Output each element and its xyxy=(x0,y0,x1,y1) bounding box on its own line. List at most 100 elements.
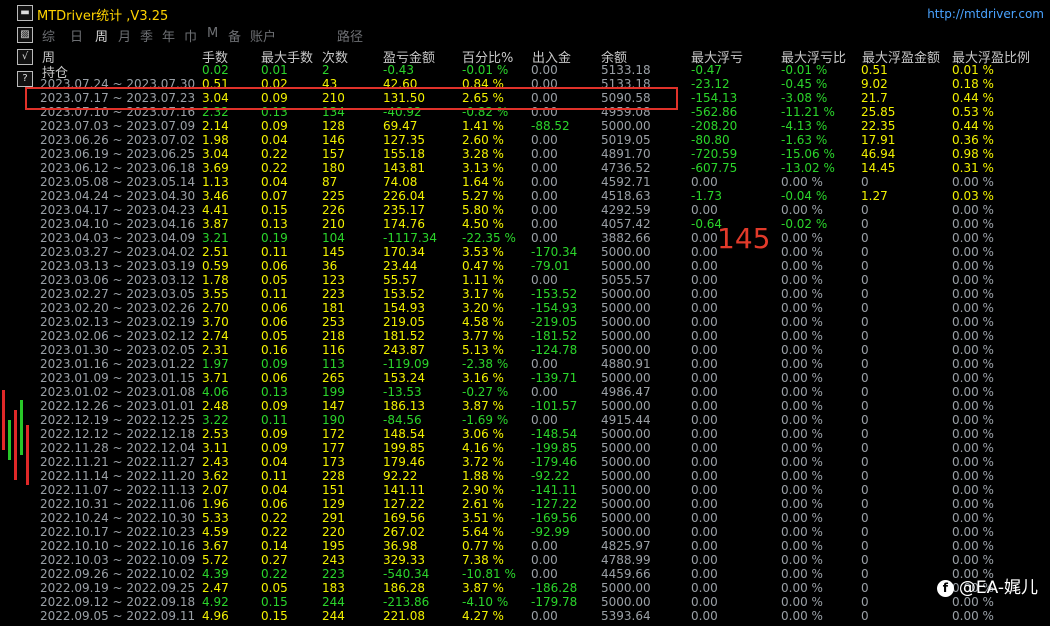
table-row[interactable]: 2022.10.31 ~ 2022.11.06 1.96 0.06 129 127.22… xyxy=(40,497,1000,511)
tab-magic[interactable]: M xyxy=(207,26,218,41)
cell-max-float-loss-pct: -0.04 % xyxy=(781,189,828,203)
table-row[interactable]: 2023.02.06 ~ 2023.02.12 2.74 0.05 218 181.52… xyxy=(40,329,1000,343)
table-row[interactable]: 2022.10.17 ~ 2022.10.23 4.59 0.22 220 267.02… xyxy=(40,525,1000,539)
cell-max-float-profit-pct: 0.00 % xyxy=(952,287,994,301)
grid-icon[interactable]: ▨ xyxy=(17,27,33,43)
cell-max-float-loss: 0.00 xyxy=(691,371,718,385)
cell-max-float-profit: 0 xyxy=(861,259,869,273)
cell-lots: 3.87 xyxy=(202,217,229,231)
tab-day[interactable]: 日 xyxy=(70,26,83,45)
minimize-icon[interactable]: ▬ xyxy=(17,5,33,21)
cell-balance: 4825.97 xyxy=(601,539,651,553)
table-row[interactable]: 2023.01.30 ~ 2023.02.05 2.31 0.16 116 243.87… xyxy=(40,343,1000,357)
cell-deposit: 0.00 xyxy=(531,147,558,161)
tab-week[interactable]: 周 xyxy=(95,26,108,45)
cell-deposit: 0.00 xyxy=(531,189,558,203)
cell-percent: -1.69 % xyxy=(462,413,509,427)
cell-max-float-profit: 0 xyxy=(861,525,869,539)
tab-quarter[interactable]: 季 xyxy=(140,26,153,45)
table-row[interactable]: 2023.06.19 ~ 2023.06.25 3.04 0.22 157 155.18… xyxy=(40,147,1000,161)
tab-account[interactable]: 账户 xyxy=(250,26,276,45)
cell-deposit: -153.52 xyxy=(531,287,578,301)
cell-max-lots: 0.19 xyxy=(261,231,288,245)
table-row[interactable]: 2023.01.09 ~ 2023.01.15 3.71 0.06 265 153.24… xyxy=(40,371,1000,385)
table-row[interactable]: 2022.09.26 ~ 2022.10.02 4.39 0.22 223 -540.3… xyxy=(40,567,1000,581)
cell-max-float-loss-pct: 0.00 % xyxy=(781,315,823,329)
help-icon[interactable]: ? xyxy=(17,71,33,87)
cell-max-lots: 0.11 xyxy=(261,245,288,259)
cell-count: 291 xyxy=(322,511,345,525)
cell-max-float-loss-pct: 0.00 % xyxy=(781,497,823,511)
table-row[interactable]: 2023.03.27 ~ 2023.04.02 2.51 0.11 145 170.34… xyxy=(40,245,1000,259)
cell-max-float-loss: 0.00 xyxy=(691,399,718,413)
cell-max-float-profit: 0 xyxy=(861,217,869,231)
table-row[interactable]: 2023.01.16 ~ 2023.01.22 1.97 0.09 113 -119.0… xyxy=(40,357,1000,371)
tab-month[interactable]: 月 xyxy=(118,26,131,45)
table-row[interactable]: 2022.12.26 ~ 2023.01.01 2.48 0.09 147 186.13… xyxy=(40,399,1000,413)
cell-lots: 0.59 xyxy=(202,259,229,273)
cell-deposit: -154.93 xyxy=(531,301,578,315)
table-row[interactable]: 2023.01.02 ~ 2023.01.08 4.06 0.13 199 -13.53… xyxy=(40,385,1000,399)
table-row[interactable]: 0.02 0.01 2 -0.43 -0.01 % 0.00 5133.18 -0.47 -0.… xyxy=(40,63,1000,77)
table-row[interactable]: 2023.06.12 ~ 2023.06.18 3.69 0.22 180 143.81… xyxy=(40,161,1000,175)
table-row[interactable]: 2022.09.05 ~ 2022.09.11 4.96 0.15 244 221.08… xyxy=(40,609,1000,623)
table-row[interactable]: 2022.10.03 ~ 2022.10.09 5.72 0.27 243 329.33… xyxy=(40,553,1000,567)
watermark: f @EA-娓儿 xyxy=(936,573,1038,598)
tab-path[interactable]: 路径 xyxy=(337,26,363,45)
table-row[interactable]: 2022.09.19 ~ 2022.09.25 2.47 0.05 183 186.28… xyxy=(40,581,1000,595)
cell-profit: 153.24 xyxy=(383,371,425,385)
table-row[interactable]: 2023.04.17 ~ 2023.04.23 4.41 0.15 226 235.17… xyxy=(40,203,1000,217)
cell-max-float-profit: 0 xyxy=(861,567,869,581)
cell-period: 2022.09.26 ~ 2022.10.02 xyxy=(40,567,196,581)
tab-year[interactable]: 年 xyxy=(162,26,175,45)
table-row[interactable]: 2023.07.03 ~ 2023.07.09 2.14 0.09 128 69.47 1… xyxy=(40,119,1000,133)
table-row[interactable]: 2022.12.12 ~ 2022.12.18 2.53 0.09 172 148.54… xyxy=(40,427,1000,441)
cell-max-float-loss: 0.00 xyxy=(691,245,718,259)
cell-count: 195 xyxy=(322,539,345,553)
table-row[interactable]: 2022.11.21 ~ 2022.11.27 2.43 0.04 173 179.46… xyxy=(40,455,1000,469)
table-row[interactable]: 2023.05.08 ~ 2023.05.14 1.13 0.04 87 74.08 1.… xyxy=(40,175,1000,189)
cell-period: 2022.09.19 ~ 2022.09.25 xyxy=(40,581,196,595)
cell-max-float-profit-pct: 0.00 % xyxy=(952,609,994,623)
cell-percent: 3.17 % xyxy=(462,287,504,301)
table-row[interactable]: 2023.04.03 ~ 2023.04.09 3.21 0.19 104 -1117.… xyxy=(40,231,1000,245)
table-row[interactable]: 2022.12.19 ~ 2022.12.25 3.22 0.11 190 -84.56… xyxy=(40,413,1000,427)
table-row[interactable]: 2022.10.24 ~ 2022.10.30 5.33 0.22 291 169.56… xyxy=(40,511,1000,525)
table-row[interactable]: 2023.02.13 ~ 2023.02.19 3.70 0.06 253 219.05… xyxy=(40,315,1000,329)
table-row[interactable]: 2022.09.12 ~ 2022.09.18 4.92 0.15 244 -213.8… xyxy=(40,595,1000,609)
table-row[interactable]: 2022.11.14 ~ 2022.11.20 3.62 0.11 228 92.22 1… xyxy=(40,469,1000,483)
table-row[interactable]: 2022.11.28 ~ 2022.12.04 3.11 0.09 177 199.85… xyxy=(40,441,1000,455)
cell-count: 253 xyxy=(322,315,345,329)
cell-percent: 2.60 % xyxy=(462,133,504,147)
cell-deposit: -170.34 xyxy=(531,245,578,259)
tab-summary[interactable]: 综 xyxy=(42,26,55,45)
cell-lots: 3.67 xyxy=(202,539,229,553)
tab-note[interactable]: 备 xyxy=(228,26,241,45)
cell-profit: 179.46 xyxy=(383,455,425,469)
cell-period: 2022.12.12 ~ 2022.12.18 xyxy=(40,427,196,441)
cell-profit: -13.53 xyxy=(383,385,422,399)
table-row[interactable]: 2023.06.26 ~ 2023.07.02 1.98 0.04 146 127.35… xyxy=(40,133,1000,147)
cell-max-float-loss-pct: -15.06 % xyxy=(781,147,835,161)
cell-period: 2023.06.19 ~ 2023.06.25 xyxy=(40,147,196,161)
table-row[interactable]: 2022.11.07 ~ 2022.11.13 2.07 0.04 151 141.11… xyxy=(40,483,1000,497)
cell-max-float-profit: 21.7 xyxy=(861,91,888,105)
check-icon[interactable]: √ xyxy=(17,49,33,65)
table-row[interactable]: 2023.04.10 ~ 2023.04.16 3.87 0.13 210 174.76… xyxy=(40,217,1000,231)
table-row[interactable]: 2023.02.20 ~ 2023.02.26 2.70 0.06 181 154.93… xyxy=(40,301,1000,315)
table-row[interactable]: 2023.04.24 ~ 2023.04.30 3.46 0.07 225 226.04… xyxy=(40,189,1000,203)
cell-max-float-profit-pct: 0.00 % xyxy=(952,217,994,231)
tab-symbol[interactable]: 巾 xyxy=(184,26,197,45)
cell-profit: 174.76 xyxy=(383,217,425,231)
cell-balance: 5000.00 xyxy=(601,371,651,385)
table-row[interactable]: 2022.10.10 ~ 2022.10.16 3.67 0.14 195 36.98 0… xyxy=(40,539,1000,553)
website-link[interactable]: http://mtdriver.com xyxy=(927,7,1044,21)
cell-balance: 5000.00 xyxy=(601,287,651,301)
table-row[interactable]: 2023.03.13 ~ 2023.03.19 0.59 0.06 36 23.44 0.… xyxy=(40,259,1000,273)
table-row[interactable]: 2023.02.27 ~ 2023.03.05 3.55 0.11 223 153.52… xyxy=(40,287,1000,301)
cell-period: 2023.04.10 ~ 2023.04.16 xyxy=(40,217,196,231)
cell-max-float-profit: 0 xyxy=(861,497,869,511)
cell-max-float-loss: -1.73 xyxy=(691,189,723,203)
cell-deposit: -101.57 xyxy=(531,399,578,413)
table-row[interactable]: 2023.03.06 ~ 2023.03.12 1.78 0.05 123 55.57 1… xyxy=(40,273,1000,287)
